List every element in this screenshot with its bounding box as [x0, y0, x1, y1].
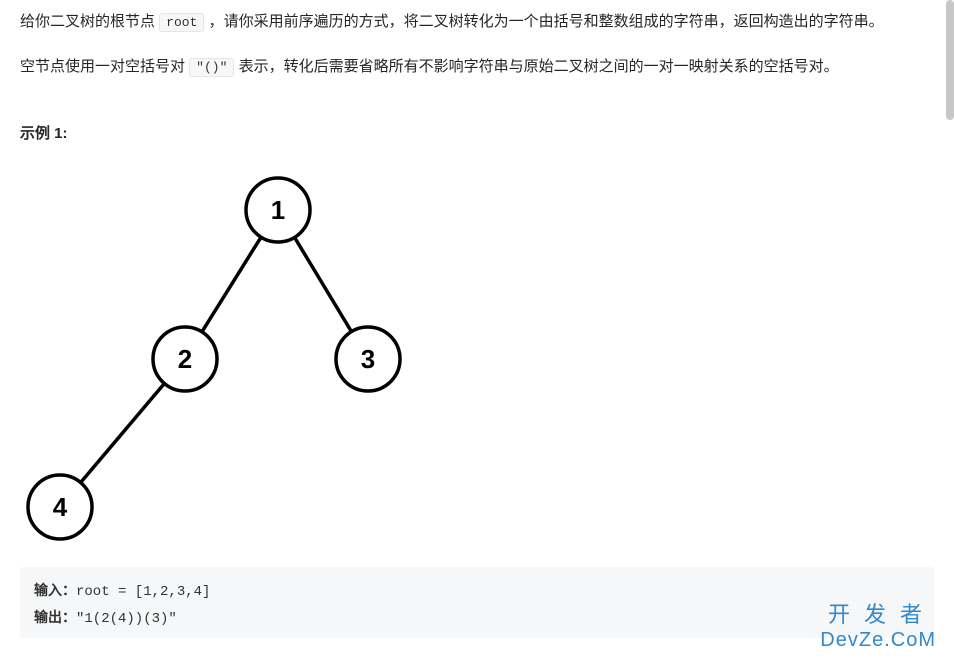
watermark: 开发者 DevZe.CoM [820, 602, 936, 652]
example-title: 示例 1: [20, 120, 934, 147]
example-output-line: 输出："1(2(4))(3)" [34, 606, 920, 633]
output-value: "1(2(4))(3)" [76, 611, 177, 627]
tree-node-label: 3 [361, 344, 375, 374]
scrollbar-thumb[interactable] [946, 0, 954, 120]
tree-node-label: 4 [53, 492, 68, 522]
text-post-1: ，请你采用前序遍历的方式，将二叉树转化为一个由括号和整数组成的字符串，返回构造出… [209, 13, 884, 30]
tree-node-label: 1 [271, 195, 285, 225]
inline-code-root: root [159, 13, 204, 32]
tree-edge [295, 237, 352, 331]
text-post-2: 表示，转化后需要省略所有不影响字符串与原始二叉树之间的一对一映射关系的空括号对。 [239, 58, 839, 75]
output-label: 输出： [34, 611, 76, 627]
input-label: 输入： [34, 584, 76, 600]
watermark-en: DevZe.CoM [820, 628, 936, 652]
problem-paragraph-1: 给你二叉树的根节点 root ，请你采用前序遍历的方式，将二叉树转化为一个由括号… [20, 8, 934, 35]
watermark-cn: 开发者 [820, 602, 936, 628]
tree-node-label: 2 [178, 344, 192, 374]
article-body: 给你二叉树的根节点 root ，请你采用前序遍历的方式，将二叉树转化为一个由括号… [20, 8, 934, 638]
example-input-line: 输入：root = [1,2,3,4] [34, 579, 920, 606]
example-code-block: 输入：root = [1,2,3,4] 输出："1(2(4))(3)" [20, 567, 934, 638]
text-pre-1: 给你二叉树的根节点 [20, 13, 159, 30]
tree-edge [202, 237, 261, 332]
input-value: root = [1,2,3,4] [76, 584, 210, 600]
tree-edge [81, 383, 165, 482]
inline-code-parens: "()" [189, 58, 234, 77]
problem-paragraph-2: 空节点使用一对空括号对 "()" 表示，转化后需要省略所有不影响字符串与原始二叉… [20, 53, 934, 80]
binary-tree-diagram: 1 2 3 4 [20, 167, 420, 547]
text-pre-2: 空节点使用一对空括号对 [20, 58, 189, 75]
